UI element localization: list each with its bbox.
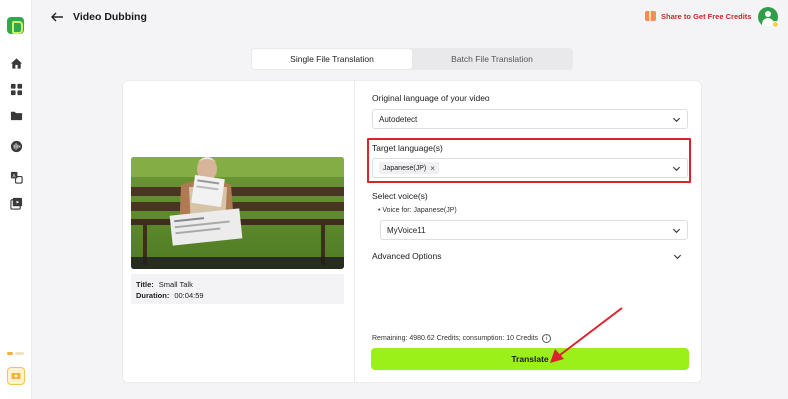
tab-single-file[interactable]: Single File Translation (252, 49, 412, 69)
target-language-select[interactable]: Japanese(JP) × (372, 158, 688, 178)
translate-button[interactable]: Translate (371, 348, 689, 370)
panel-divider (354, 80, 355, 383)
chevron-down-icon (672, 117, 681, 123)
page-title: Video Dubbing (73, 11, 147, 23)
translation-mode-tabs: Single File Translation Batch File Trans… (251, 48, 573, 70)
advanced-options-toggle[interactable]: Advanced Options (372, 251, 688, 263)
avatar-badge (772, 21, 779, 28)
chevron-down-icon (673, 254, 682, 260)
credits-remaining: Remaining: 4980.62 Credits; consumption:… (372, 334, 552, 343)
folder-icon[interactable] (9, 108, 23, 122)
video-duration: 00:04:59 (174, 291, 204, 300)
original-language-select[interactable]: Autodetect (372, 109, 688, 129)
video-icon[interactable] (9, 196, 23, 210)
credits-indicator (7, 352, 24, 358)
grid-icon[interactable] (9, 82, 23, 96)
voice-icon[interactable] (9, 139, 23, 153)
home-icon[interactable] (9, 56, 23, 70)
sidebar: A (0, 0, 32, 399)
title-key: Title: (136, 280, 154, 289)
chevron-down-icon (672, 228, 681, 234)
credits-icon[interactable] (7, 367, 25, 385)
gift-icon (645, 11, 656, 21)
video-info: Title: Small Talk Duration: 00:04:59 (131, 274, 344, 304)
target-language-label: Target language(s) (372, 143, 443, 153)
video-title: Small Talk (158, 280, 193, 289)
translate-icon[interactable]: A (9, 170, 23, 184)
video-thumbnail[interactable] (131, 157, 344, 269)
target-language-tag: Japanese(JP) × (379, 162, 439, 174)
back-arrow-icon[interactable] (50, 10, 64, 24)
select-voice-label: Select voice(s) (372, 191, 428, 201)
target-language-tag-label: Japanese(JP) (383, 164, 427, 172)
credits-remaining-text: Remaining: 4980.62 Credits; consumption:… (372, 335, 539, 342)
voice-value: MyVoice11 (387, 225, 426, 235)
remove-tag-icon[interactable]: × (430, 164, 435, 173)
app-logo[interactable] (7, 17, 24, 34)
advanced-options-label: Advanced Options (372, 251, 442, 261)
duration-key: Duration: (136, 291, 170, 300)
share-label: Share to Get Free Credits (661, 11, 752, 21)
voice-select[interactable]: MyVoice11 (380, 220, 688, 240)
voice-for-label: • Voice for: Japanese(JP) (378, 207, 457, 214)
share-credits-link[interactable]: Share to Get Free Credits (645, 11, 751, 21)
chevron-down-icon (672, 166, 681, 172)
original-language-value: Autodetect (379, 114, 418, 124)
original-language-label: Original language of your video (372, 93, 490, 103)
tab-batch-file[interactable]: Batch File Translation (412, 49, 572, 69)
info-icon[interactable]: i (542, 334, 552, 343)
